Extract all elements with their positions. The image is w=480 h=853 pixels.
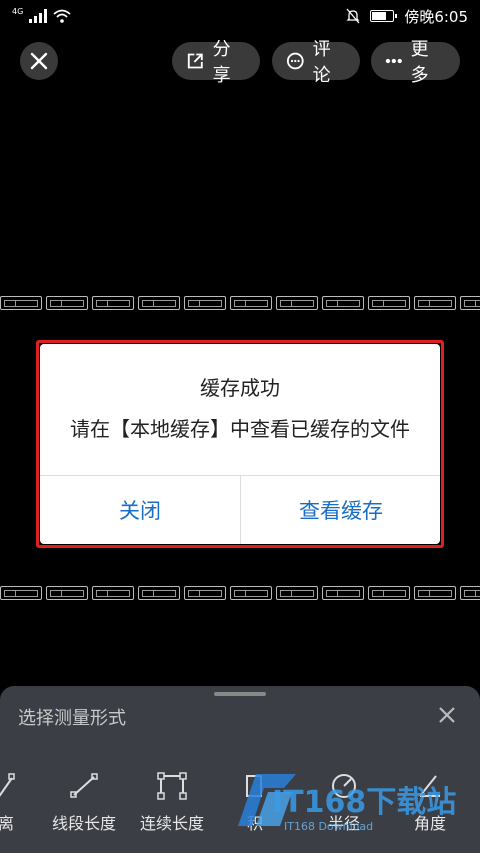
- share-icon: [187, 53, 203, 69]
- it168-logo: IT168下载站 IT168 Download: [238, 774, 456, 833]
- comment-button[interactable]: 评论: [272, 39, 360, 86]
- cad-sofa-row-bottom: [0, 586, 480, 602]
- more-dots-icon: [385, 58, 402, 64]
- network-label: 4G: [12, 6, 24, 16]
- segment-line-icon: [70, 773, 98, 798]
- dialog-message: 请在【本地缓存】中查看已缓存的文件: [70, 417, 410, 441]
- tool-label: 连续长度: [140, 814, 205, 833]
- sheet-drag-handle[interactable]: [214, 692, 266, 696]
- close-viewer-button[interactable]: [20, 42, 58, 80]
- dialog-close-button[interactable]: 关闭: [40, 476, 240, 544]
- status-time: 傍晚6:05: [404, 7, 468, 26]
- status-left: 4G: [12, 6, 71, 23]
- share-label: 分享: [212, 39, 231, 86]
- tool-label: 线段长度: [52, 814, 117, 833]
- more-label: 更多: [410, 39, 429, 86]
- svg-text:IT168 Download: IT168 Download: [284, 820, 373, 833]
- share-button[interactable]: 分享: [172, 39, 260, 86]
- comment-label: 评论: [312, 39, 331, 86]
- more-button[interactable]: 更多: [371, 39, 460, 86]
- sheet-close-icon[interactable]: [436, 704, 458, 726]
- signal-icon: [29, 9, 48, 23]
- battery-icon: [370, 10, 398, 22]
- comment-icon: [286, 52, 304, 70]
- dialog-title: 缓存成功: [200, 376, 280, 400]
- cad-sofa-row-top: [0, 296, 480, 312]
- sheet-title: 选择测量形式: [18, 708, 126, 729]
- tool-segment-length[interactable]: 线段长度: [52, 772, 116, 834]
- cache-success-dialog: 缓存成功 请在【本地缓存】中查看已缓存的文件 关闭 查看缓存: [40, 344, 440, 544]
- distance-icon: [0, 773, 15, 797]
- tool-label: 离: [0, 814, 14, 833]
- it168-watermark: IT168下载站 IT168 Download: [234, 768, 474, 838]
- svg-text:IT168下载站: IT168下载站: [272, 785, 456, 820]
- tool-distance[interactable]: 离: [0, 772, 16, 834]
- mute-bell-icon: [346, 8, 360, 24]
- tool-continuous-length[interactable]: 连续长度: [140, 772, 204, 834]
- status-bar: 4G 傍晚6:05: [0, 0, 480, 32]
- polyline-icon: [157, 772, 187, 800]
- wifi-icon: [53, 9, 71, 23]
- close-icon: [30, 52, 48, 70]
- status-right: 傍晚6:05: [346, 6, 468, 27]
- view-cache-button[interactable]: 查看缓存: [241, 476, 441, 544]
